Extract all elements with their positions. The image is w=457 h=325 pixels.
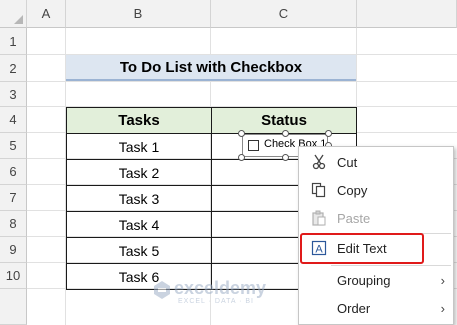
checkbox-square-icon[interactable] [248, 140, 259, 151]
row-header-2[interactable]: 2 [0, 55, 27, 82]
column-label: B [133, 6, 143, 21]
row-header-9[interactable]: 9 [0, 237, 27, 263]
exceldemy-watermark: exceldemy EXCEL · DATA · BI [152, 278, 302, 308]
submenu-chevron-icon: › [440, 300, 445, 316]
sheet-title-text: To Do List with Checkbox [119, 58, 303, 76]
column-label: C [278, 6, 289, 21]
exceldemy-logo-icon [154, 281, 170, 299]
submenu-chevron-icon: › [440, 272, 445, 288]
row-label: 7 [9, 190, 17, 205]
header-tasks[interactable]: Tasks [66, 107, 212, 134]
row-header-4[interactable]: 4 [0, 107, 27, 133]
row-label: 9 [9, 242, 17, 257]
task-cell[interactable]: Task 5 [66, 237, 212, 264]
row-label: 5 [9, 138, 17, 153]
menu-item-label: Paste [337, 210, 371, 226]
watermark-name: exceldemy [174, 278, 267, 298]
task-cell[interactable]: Task 2 [66, 159, 212, 186]
row-header-1[interactable]: 1 [0, 28, 27, 55]
menu-item-label: Copy [337, 182, 368, 198]
task-cell[interactable]: Task 3 [66, 185, 212, 212]
row-header-10[interactable]: 10 [0, 263, 27, 289]
watermark-tagline: EXCEL · DATA · BI [178, 298, 254, 305]
gridline [27, 81, 457, 82]
menu-item-label: Cut [337, 154, 358, 170]
column-header-b[interactable]: B [66, 0, 211, 28]
resize-handle[interactable] [238, 154, 245, 161]
column-header-d[interactable] [357, 0, 457, 28]
spreadsheet: A B C 1 2 3 4 5 6 7 8 9 10 To Do List wi… [0, 0, 457, 325]
row-header-7[interactable]: 7 [0, 185, 27, 211]
menu-item-label: Grouping [337, 272, 391, 288]
column-header-a[interactable]: A [27, 0, 66, 28]
menu-item-order[interactable]: Order › [299, 295, 453, 321]
row-label: 4 [9, 112, 17, 127]
edit-text-highlight [300, 233, 424, 264]
menu-item-label: Order [337, 300, 371, 316]
resize-handle[interactable] [325, 130, 332, 137]
table-header-row: Tasks Status [66, 107, 357, 134]
row-header-5[interactable]: 5 [0, 133, 27, 159]
task-cell[interactable]: Task 1 [66, 133, 212, 160]
paste-icon [311, 210, 327, 226]
column-header-c[interactable]: C [211, 0, 357, 28]
row-label: 6 [9, 164, 17, 179]
menu-item-grouping[interactable]: Grouping › [299, 267, 453, 293]
row-header-3[interactable]: 3 [0, 82, 27, 107]
row-header-6[interactable]: 6 [0, 159, 27, 185]
copy-icon [311, 182, 327, 198]
select-all-corner[interactable] [0, 0, 27, 28]
sheet-title[interactable]: To Do List with Checkbox [66, 55, 356, 81]
menu-item-cut[interactable]: Cut [299, 149, 453, 175]
scissors-icon [311, 154, 327, 170]
row-label: 2 [9, 60, 17, 76]
row-label: 3 [9, 86, 17, 102]
select-all-triangle-icon [14, 15, 23, 24]
resize-handle[interactable] [282, 130, 289, 137]
row-label: 10 [5, 268, 21, 283]
menu-item-paste[interactable]: Paste [299, 205, 453, 231]
task-cell[interactable]: Task 4 [66, 211, 212, 238]
row-header-8[interactable]: 8 [0, 211, 27, 237]
menu-item-copy[interactable]: Copy [299, 177, 453, 203]
menu-separator [331, 265, 451, 266]
row-label: 8 [9, 216, 17, 231]
row-label: 1 [9, 33, 17, 49]
resize-handle[interactable] [282, 154, 289, 161]
resize-handle[interactable] [238, 130, 245, 137]
column-label: A [41, 6, 51, 21]
row-header-11[interactable] [0, 289, 27, 325]
